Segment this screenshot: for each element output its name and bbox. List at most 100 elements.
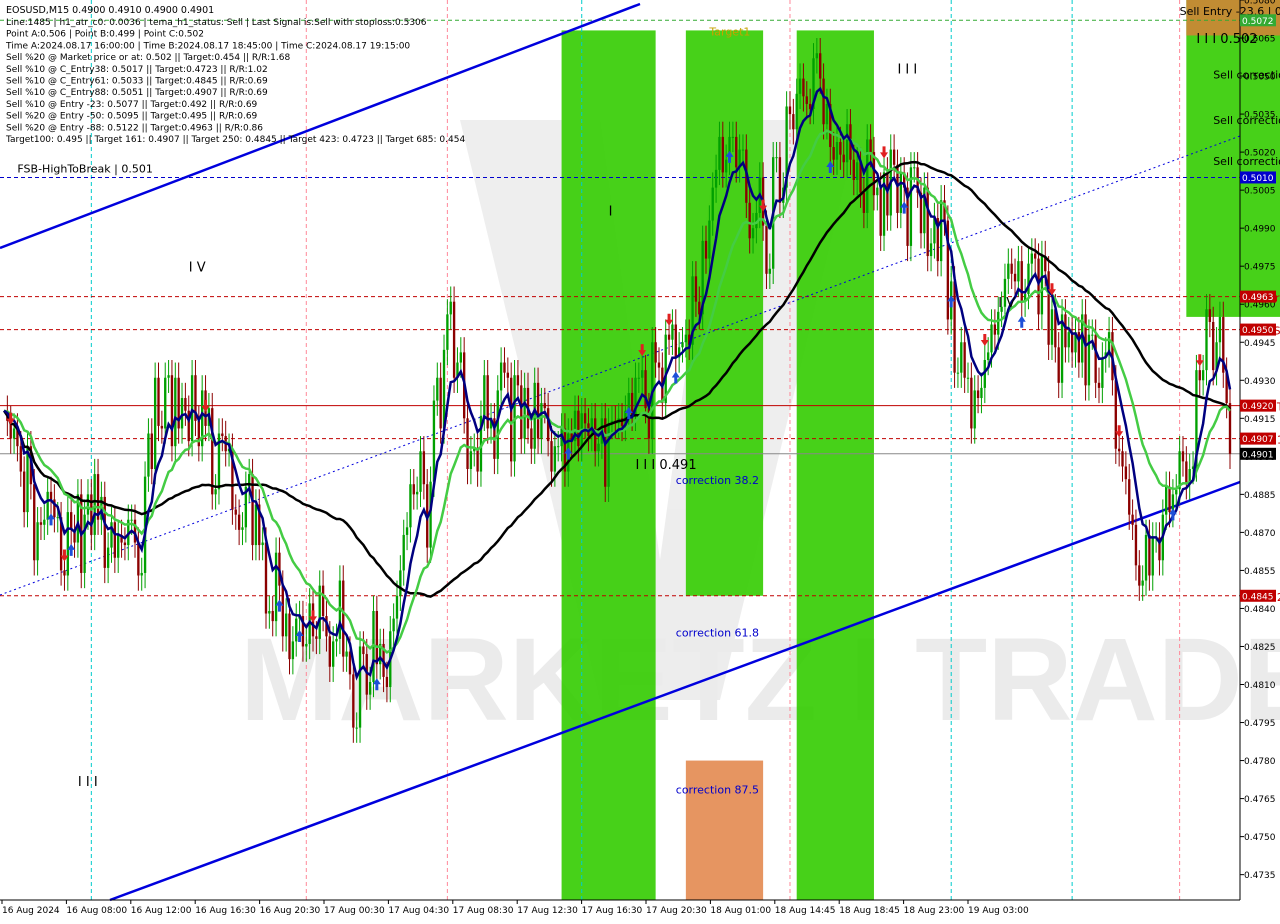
candle-body <box>22 471 26 513</box>
candle-body <box>667 334 671 340</box>
info-line: Sell %10 @ Entry -23: 0.5077 || Target:0… <box>6 100 258 110</box>
candle-body <box>436 377 439 401</box>
candle-body <box>1175 489 1178 495</box>
candle-body <box>271 610 274 622</box>
chart-canvas[interactable]: MARKETZ I TRADE FSB-HighToBreak | 0.501 S… <box>0 0 1280 920</box>
candle-body <box>1198 370 1201 381</box>
candle-body <box>56 517 59 519</box>
candle-body <box>721 136 724 173</box>
candle-body <box>1165 486 1168 515</box>
candle-body <box>1040 256 1044 315</box>
candle-body <box>520 385 523 439</box>
candle-body <box>66 512 69 576</box>
chart-annotation: correction 87.5 <box>676 784 759 797</box>
candle-body <box>385 676 389 688</box>
candle-body <box>657 362 661 368</box>
chart-annotation: I V <box>189 260 206 275</box>
candle-body <box>654 342 657 363</box>
symbol-header: EOSUSD,M15 0.4900 0.4910 0.4900 0.4901 <box>6 5 214 16</box>
x-tick-label: 16 Aug 2024 <box>2 906 60 916</box>
candle-body <box>446 314 449 350</box>
candle-body <box>106 547 110 568</box>
trading-chart[interactable]: MARKETZ I TRADE FSB-HighToBreak | 0.501 S… <box>0 0 1280 920</box>
y-tick-label: 0.5035 <box>1244 111 1276 121</box>
candle-body <box>536 382 540 439</box>
price-tag-label: 0.4963 <box>1242 293 1274 303</box>
y-tick-label: 0.4810 <box>1244 681 1276 691</box>
candle-body <box>70 512 73 530</box>
candle-body <box>1097 382 1101 388</box>
candle-body <box>392 618 395 632</box>
candle-body <box>1007 263 1010 279</box>
candle-body <box>284 613 288 637</box>
candle-body <box>140 572 143 576</box>
green-zone <box>796 30 874 900</box>
y-tick-label: 0.4840 <box>1244 605 1276 615</box>
candle-body <box>12 428 16 439</box>
candle-body <box>402 534 405 571</box>
candle-body <box>775 157 778 159</box>
chart-annotation: I I I 0.491 <box>635 458 696 473</box>
candle-body <box>986 352 990 360</box>
candle-body <box>1218 316 1222 343</box>
candle-body <box>973 390 976 429</box>
candle-body <box>86 494 90 515</box>
candle-body <box>748 202 751 239</box>
candle-body <box>439 377 442 429</box>
candle-body <box>802 78 805 97</box>
candle-body <box>963 342 966 378</box>
x-tick-label: 18 Aug 01:00 <box>710 906 771 916</box>
chart-annotation: I <box>609 204 613 219</box>
candle-body <box>1017 261 1020 282</box>
candle-body <box>1212 321 1215 371</box>
candle-body <box>543 403 546 409</box>
x-tick-label: 16 Aug 16:30 <box>195 906 256 916</box>
candle-body <box>583 413 587 424</box>
candle-body <box>711 187 714 221</box>
candle-body <box>718 136 721 170</box>
candle-body <box>157 377 160 426</box>
candle-body <box>731 136 735 138</box>
candle-body <box>466 418 469 470</box>
candle-body <box>237 514 241 530</box>
candle-body <box>866 139 869 213</box>
candle-body <box>342 580 345 657</box>
candle-body <box>1034 253 1037 259</box>
candle-body <box>1151 537 1154 576</box>
candle-body <box>234 509 237 515</box>
candle-body <box>83 514 86 573</box>
candle-body <box>970 377 973 429</box>
candle-body <box>405 527 409 535</box>
candle-body <box>1101 357 1104 388</box>
candle-body <box>765 225 768 274</box>
candle-body <box>822 78 825 125</box>
y-tick-label: 0.4975 <box>1244 263 1276 273</box>
candle-body <box>486 375 489 429</box>
chart-annotation: I I I <box>78 775 98 790</box>
candle-body <box>174 377 177 447</box>
chart-annotation: correction 38.2 <box>676 474 759 487</box>
candle-body <box>19 446 22 472</box>
price-tag-label: 0.4950 <box>1242 326 1274 336</box>
candle-body <box>1134 524 1138 566</box>
candle-body <box>798 78 802 94</box>
candle-body <box>375 610 379 665</box>
candle-body <box>980 387 983 399</box>
candle-body <box>1201 370 1205 381</box>
candle-body <box>164 377 167 429</box>
candle-body <box>190 375 194 442</box>
candle-body <box>778 157 782 203</box>
info-line: Target100: 0.495 || Target 161: 0.4907 |… <box>5 135 465 145</box>
candle-body <box>36 522 39 561</box>
price-tag-label: 0.5010 <box>1242 174 1274 184</box>
candle-body <box>1131 514 1134 525</box>
y-tick-label: 0.4930 <box>1244 377 1276 387</box>
candle-body <box>321 585 325 617</box>
candle-body <box>1070 332 1074 353</box>
candle-body <box>264 542 268 614</box>
candle-body <box>214 489 217 495</box>
x-tick-label: 17 Aug 08:30 <box>453 906 514 916</box>
candle-body <box>288 613 291 660</box>
candle-body <box>409 484 412 528</box>
candle-body <box>597 443 600 452</box>
